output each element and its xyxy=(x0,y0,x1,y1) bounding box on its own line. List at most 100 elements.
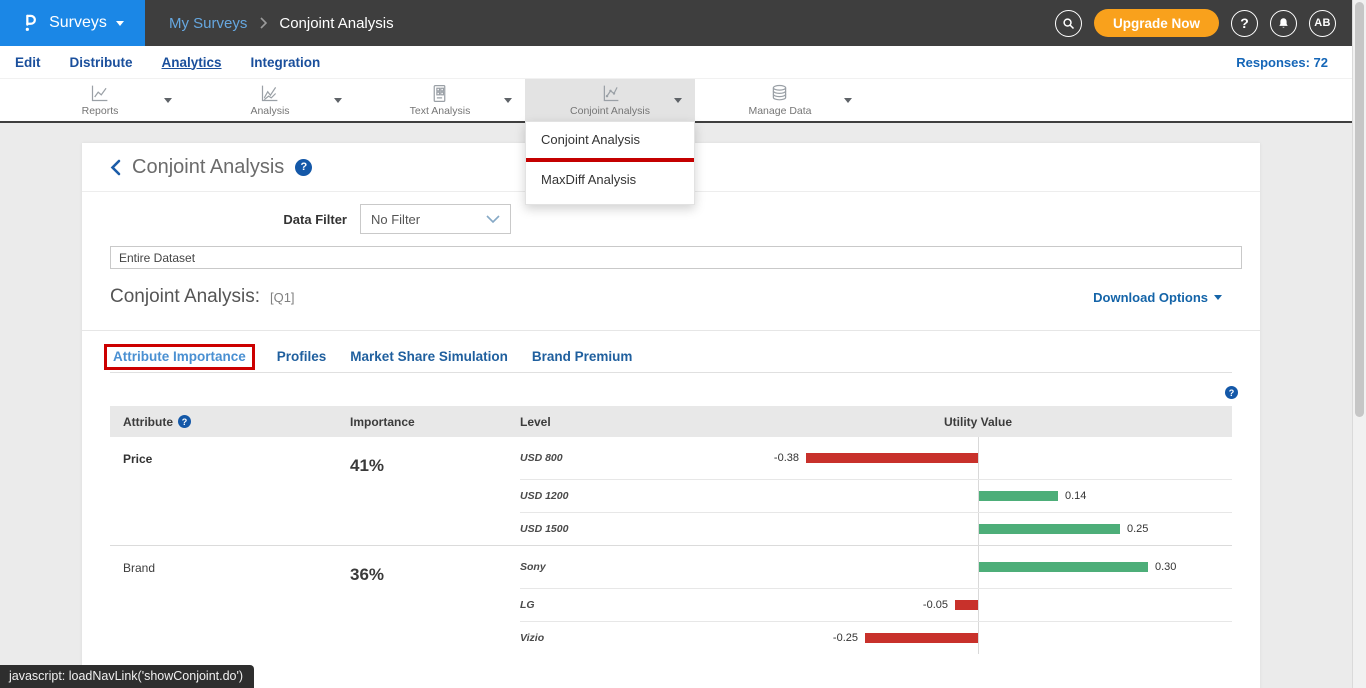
level-label: USD 800 xyxy=(520,452,563,464)
toolbar-item-label: Manage Data xyxy=(748,105,811,117)
questionpro-logo-icon xyxy=(21,11,40,35)
scrollbar-thumb[interactable] xyxy=(1355,2,1364,417)
utility-value-label: 0.25 xyxy=(1127,523,1148,535)
tab-brand-premium[interactable]: Brand Premium xyxy=(530,343,635,370)
notifications-button[interactable] xyxy=(1270,10,1297,37)
utility-value-label: 0.30 xyxy=(1155,561,1176,573)
page-title: Conjoint Analysis xyxy=(132,156,284,179)
level-row: USD 800 -0.38 xyxy=(520,437,1232,479)
chevron-down-icon[interactable] xyxy=(164,98,172,103)
attribute-help-icon[interactable]: ? xyxy=(178,415,191,428)
level-row: USD 1500 0.25 xyxy=(520,512,1232,545)
download-options-link[interactable]: Download Options xyxy=(1093,290,1222,305)
breadcrumb-current: Conjoint Analysis xyxy=(279,15,393,32)
divider xyxy=(82,330,1260,331)
level-row: Vizio-0.25 xyxy=(520,621,1232,654)
breadcrumb-my-surveys[interactable]: My Surveys xyxy=(169,15,247,32)
level-row: LG -0.05 xyxy=(520,588,1232,621)
content-area: Conjoint Analysis ? Data Filter No Filte… xyxy=(0,123,1352,688)
nav-edit[interactable]: Edit xyxy=(15,55,41,70)
table-help-row: ? xyxy=(82,386,1260,399)
toolbar-item-label: Reports xyxy=(82,105,119,117)
toolbar-item-text-analysis[interactable]: Text Analysis xyxy=(355,79,525,121)
topbar-actions: Upgrade Now ? AB xyxy=(1055,9,1366,37)
conjoint-dropdown-menu: Conjoint Analysis MaxDiff Analysis xyxy=(525,121,695,205)
tab-attribute-importance[interactable]: Attribute Importance xyxy=(111,343,248,370)
conjoint-card: Conjoint Analysis ? Data Filter No Filte… xyxy=(82,143,1260,688)
download-options-label: Download Options xyxy=(1093,290,1208,305)
vertical-scrollbar[interactable] xyxy=(1352,0,1366,688)
toolbar-item-reports[interactable]: Reports xyxy=(15,79,185,121)
back-chevron-icon[interactable] xyxy=(110,159,121,176)
level-label: USD 1500 xyxy=(520,523,568,535)
tab-market-share-simulation[interactable]: Market Share Simulation xyxy=(348,343,510,370)
bell-icon xyxy=(1276,16,1291,31)
level-label: Vizio xyxy=(520,632,544,644)
toolbar-item-analysis[interactable]: Analysis xyxy=(185,79,355,121)
toolbar-item-label: Text Analysis xyxy=(410,105,471,117)
utility-value-label: 0.14 xyxy=(1065,490,1086,502)
toolbar-item-label: Analysis xyxy=(250,105,289,117)
link-status-tooltip: javascript: loadNavLink('showConjoint.do… xyxy=(0,665,254,688)
utility-value-label: -0.05 xyxy=(923,599,948,611)
line-chart-icon xyxy=(89,83,110,104)
chevron-down-icon[interactable] xyxy=(844,98,852,103)
product-switcher[interactable]: Surveys xyxy=(0,0,145,46)
chevron-down-icon[interactable] xyxy=(334,98,342,103)
annotation-red-box: Attribute Importance xyxy=(104,344,255,370)
chevron-down-icon[interactable] xyxy=(504,98,512,103)
tab-profiles[interactable]: Profiles xyxy=(275,343,329,370)
menu-item-conjoint-analysis[interactable]: Conjoint Analysis xyxy=(526,122,694,158)
dot-chart-icon xyxy=(600,83,621,104)
utility-table: Attribute ? Importance Level Utility Val… xyxy=(110,406,1232,654)
survey-nav: Edit Distribute Analytics Integration Re… xyxy=(0,46,1352,79)
top-bar: Surveys My Surveys Conjoint Analysis Upg… xyxy=(0,0,1366,46)
utility-bar xyxy=(979,524,1120,534)
toolbar-item-conjoint-analysis[interactable]: Conjoint Analysis xyxy=(525,79,695,121)
chevron-down-icon xyxy=(486,215,500,224)
product-name: Surveys xyxy=(49,14,107,32)
importance-value: 41% xyxy=(350,437,520,545)
nav-integration[interactable]: Integration xyxy=(251,55,321,70)
menu-item-maxdiff-analysis[interactable]: MaxDiff Analysis xyxy=(526,162,694,198)
utility-bar xyxy=(955,600,978,610)
level-rows: Sony 0.30 LG -0.05 Vizio-0.25 xyxy=(520,546,1232,654)
level-rows: USD 800 -0.38 USD 1200 0.14 USD 1500 0.25 xyxy=(520,437,1232,545)
nav-distribute[interactable]: Distribute xyxy=(70,55,133,70)
utility-bar xyxy=(865,633,978,643)
chevron-down-icon xyxy=(1214,295,1222,300)
col-utility-value: Utility Value xyxy=(944,415,1012,429)
attribute-group: Price41%USD 800-0.38USD 12000.14USD 1500… xyxy=(110,437,1232,545)
attribute-name: Brand xyxy=(110,546,350,654)
utility-value-label: -0.38 xyxy=(774,452,799,464)
level-label: LG xyxy=(520,599,535,611)
toolbar-item-manage-data[interactable]: Manage Data xyxy=(695,79,865,121)
help-button[interactable]: ? xyxy=(1231,10,1258,37)
utility-bar xyxy=(806,453,978,463)
analytics-toolbar: Reports Analysis Text Analysis Conjoint … xyxy=(0,79,1352,123)
table-header: Attribute ? Importance Level Utility Val… xyxy=(110,406,1232,437)
divider xyxy=(110,372,1232,373)
importance-value: 36% xyxy=(350,546,520,654)
avatar[interactable]: AB xyxy=(1309,10,1336,37)
chevron-down-icon[interactable] xyxy=(674,98,682,103)
page-help-icon[interactable]: ? xyxy=(295,159,312,176)
col-importance: Importance xyxy=(350,415,520,429)
breadcrumb: My Surveys Conjoint Analysis xyxy=(169,15,394,32)
chevron-right-icon xyxy=(259,17,267,29)
level-label: USD 1200 xyxy=(520,490,568,502)
data-filter-select[interactable]: No Filter xyxy=(360,204,511,234)
col-attribute: Attribute xyxy=(123,415,173,429)
search-icon xyxy=(1061,16,1076,31)
upgrade-now-button[interactable]: Upgrade Now xyxy=(1094,9,1219,37)
nav-analytics[interactable]: Analytics xyxy=(162,55,222,70)
search-button[interactable] xyxy=(1055,10,1082,37)
section-title: Conjoint Analysis: xyxy=(110,286,260,308)
col-level: Level xyxy=(520,415,551,429)
section-header: Conjoint Analysis: [Q1] Download Options xyxy=(82,286,1260,308)
database-icon xyxy=(769,83,790,104)
dataset-field[interactable]: Entire Dataset xyxy=(110,246,1242,269)
table-help-icon[interactable]: ? xyxy=(1225,386,1238,399)
utility-bar xyxy=(979,562,1148,572)
level-label: Sony xyxy=(520,561,546,573)
